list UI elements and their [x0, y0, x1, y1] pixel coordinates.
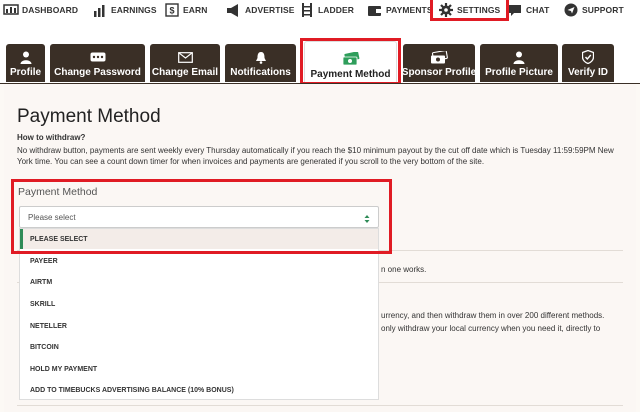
tab-notifications[interactable]: Notifications [225, 44, 296, 82]
option-airtm[interactable]: AIRTM [20, 272, 378, 292]
dollar-icon: $ [163, 3, 180, 17]
background-text-1: n one works. [381, 265, 427, 274]
top-navigation: DASHBOARD EARNINGS $ EARN ADVERTISE LADD… [0, 0, 640, 22]
settings-highlight-box [430, 0, 509, 21]
background-text-2: urrency, and then withdraw them in over … [381, 311, 605, 320]
tab-change-email[interactable]: Change Email [150, 44, 220, 82]
bell-icon [255, 50, 267, 64]
svg-text:$: $ [169, 6, 174, 16]
send-icon [562, 3, 579, 17]
nav-earn-label: EARN [183, 5, 208, 15]
tab-profile-picture-label: Profile Picture [485, 67, 553, 78]
nav-dashboard-label: DASHBOARD [22, 5, 79, 15]
chat-icon [506, 3, 523, 17]
payment-method-tab-highlight [300, 38, 401, 85]
option-payeer[interactable]: PAYEER [20, 251, 378, 271]
bar-chart-icon [91, 3, 108, 17]
nav-dashboard[interactable]: DASHBOARD [2, 0, 78, 20]
tab-change-email-label: Change Email [151, 67, 219, 78]
nav-payments[interactable]: PAYMENTS [366, 0, 433, 20]
money-bill-icon [430, 50, 448, 64]
nav-ladder-label: LADDER [318, 5, 355, 15]
option-bitcoin[interactable]: BITCOIN [20, 337, 378, 357]
nav-chat[interactable]: CHAT [506, 0, 549, 20]
option-advertising-balance[interactable]: ADD TO TIMEBUCKS ADVERTISING BALANCE (10… [20, 380, 378, 400]
section-divider [17, 405, 623, 406]
nav-earnings-label: EARNINGS [111, 5, 157, 15]
nav-support[interactable]: SUPPORT [562, 0, 624, 20]
page-title: Payment Method [17, 106, 161, 127]
nav-earn[interactable]: $ EARN [163, 0, 208, 20]
option-skrill[interactable]: SKRILL [20, 294, 378, 314]
nav-advertise[interactable]: ADVERTISE [225, 0, 295, 20]
payment-method-highlight-box [11, 179, 392, 254]
tab-profile[interactable]: Profile [6, 44, 45, 82]
tab-profile-picture[interactable]: Profile Picture [480, 44, 558, 82]
tab-sponsor-profile[interactable]: Sponsor Profile [401, 44, 477, 82]
envelope-icon [177, 50, 193, 64]
tab-change-password[interactable]: Change Password [50, 44, 145, 82]
megaphone-icon [225, 3, 242, 17]
tab-verify-id-label: Verify ID [567, 67, 609, 78]
tab-profile-label: Profile [9, 67, 42, 78]
background-text-3: only withdraw your local currency when y… [381, 324, 601, 333]
shield-check-icon [582, 50, 594, 64]
tab-sponsor-profile-label: Sponsor Profile [401, 67, 477, 78]
ladder-icon [298, 3, 315, 17]
howto-heading: How to withdraw? [17, 133, 86, 142]
howto-text: No withdraw button, payments are sent we… [17, 146, 614, 166]
nav-ladder[interactable]: LADDER [298, 0, 354, 20]
nav-chat-label: CHAT [526, 5, 550, 15]
tab-notifications-label: Notifications [230, 67, 291, 78]
nav-earnings[interactable]: EARNINGS [91, 0, 157, 20]
dashboard-icon [2, 3, 19, 17]
nav-payments-label: PAYMENTS [386, 5, 433, 15]
option-neteller[interactable]: NETELLER [20, 316, 378, 336]
tab-change-password-label: Change Password [54, 67, 141, 78]
wallet-icon [366, 3, 383, 17]
nav-support-label: SUPPORT [582, 5, 624, 15]
user-icon [20, 50, 32, 64]
user-icon [513, 50, 525, 64]
tab-verify-id[interactable]: Verify ID [562, 44, 614, 82]
nav-advertise-label: ADVERTISE [245, 5, 295, 15]
option-hold-my-payment[interactable]: HOLD MY PAYMENT [20, 359, 378, 379]
password-icon [90, 50, 106, 64]
